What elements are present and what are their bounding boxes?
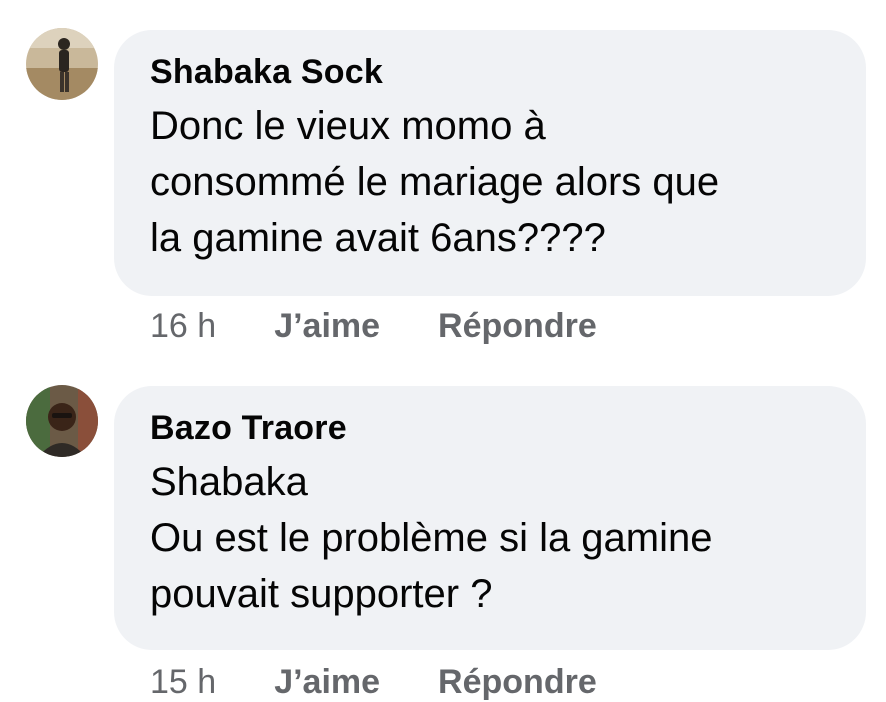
reply-button[interactable]: Répondre	[438, 662, 597, 702]
comment-text-line: la gamine avait 6ans????	[150, 216, 606, 260]
comment-text: Donc le vieux momo à consommé le mariage…	[150, 98, 830, 266]
comment-actions: 15 h J’aime Répondre	[150, 662, 597, 702]
comment-text-line: Shabaka	[150, 460, 308, 504]
comment-actions: 16 h J’aime Répondre	[150, 306, 597, 346]
like-button[interactable]: J’aime	[274, 662, 380, 702]
avatar[interactable]	[26, 28, 98, 100]
avatar[interactable]	[26, 385, 98, 457]
user-photo-avatar-icon	[26, 385, 98, 457]
like-button[interactable]: J’aime	[274, 306, 380, 346]
comment-bubble: Bazo Traore Shabaka Ou est le problème s…	[114, 386, 866, 650]
comment-text-line: pouvait supporter ?	[150, 572, 493, 616]
comment-text-line: consommé le mariage alors que	[150, 160, 720, 204]
comment-timestamp[interactable]: 16 h	[150, 306, 216, 346]
comment-text-line: Donc le vieux momo à	[150, 104, 546, 148]
reply-button[interactable]: Répondre	[438, 306, 597, 346]
comment-timestamp[interactable]: 15 h	[150, 662, 216, 702]
comment-author[interactable]: Shabaka Sock	[150, 52, 830, 92]
comment-text-line: Ou est le problème si la gamine	[150, 516, 713, 560]
comment-text: Shabaka Ou est le problème si la gamine …	[150, 454, 830, 622]
comment-author[interactable]: Bazo Traore	[150, 408, 830, 448]
comment-bubble: Shabaka Sock Donc le vieux momo à consom…	[114, 30, 866, 296]
user-photo-avatar-icon	[26, 28, 98, 100]
